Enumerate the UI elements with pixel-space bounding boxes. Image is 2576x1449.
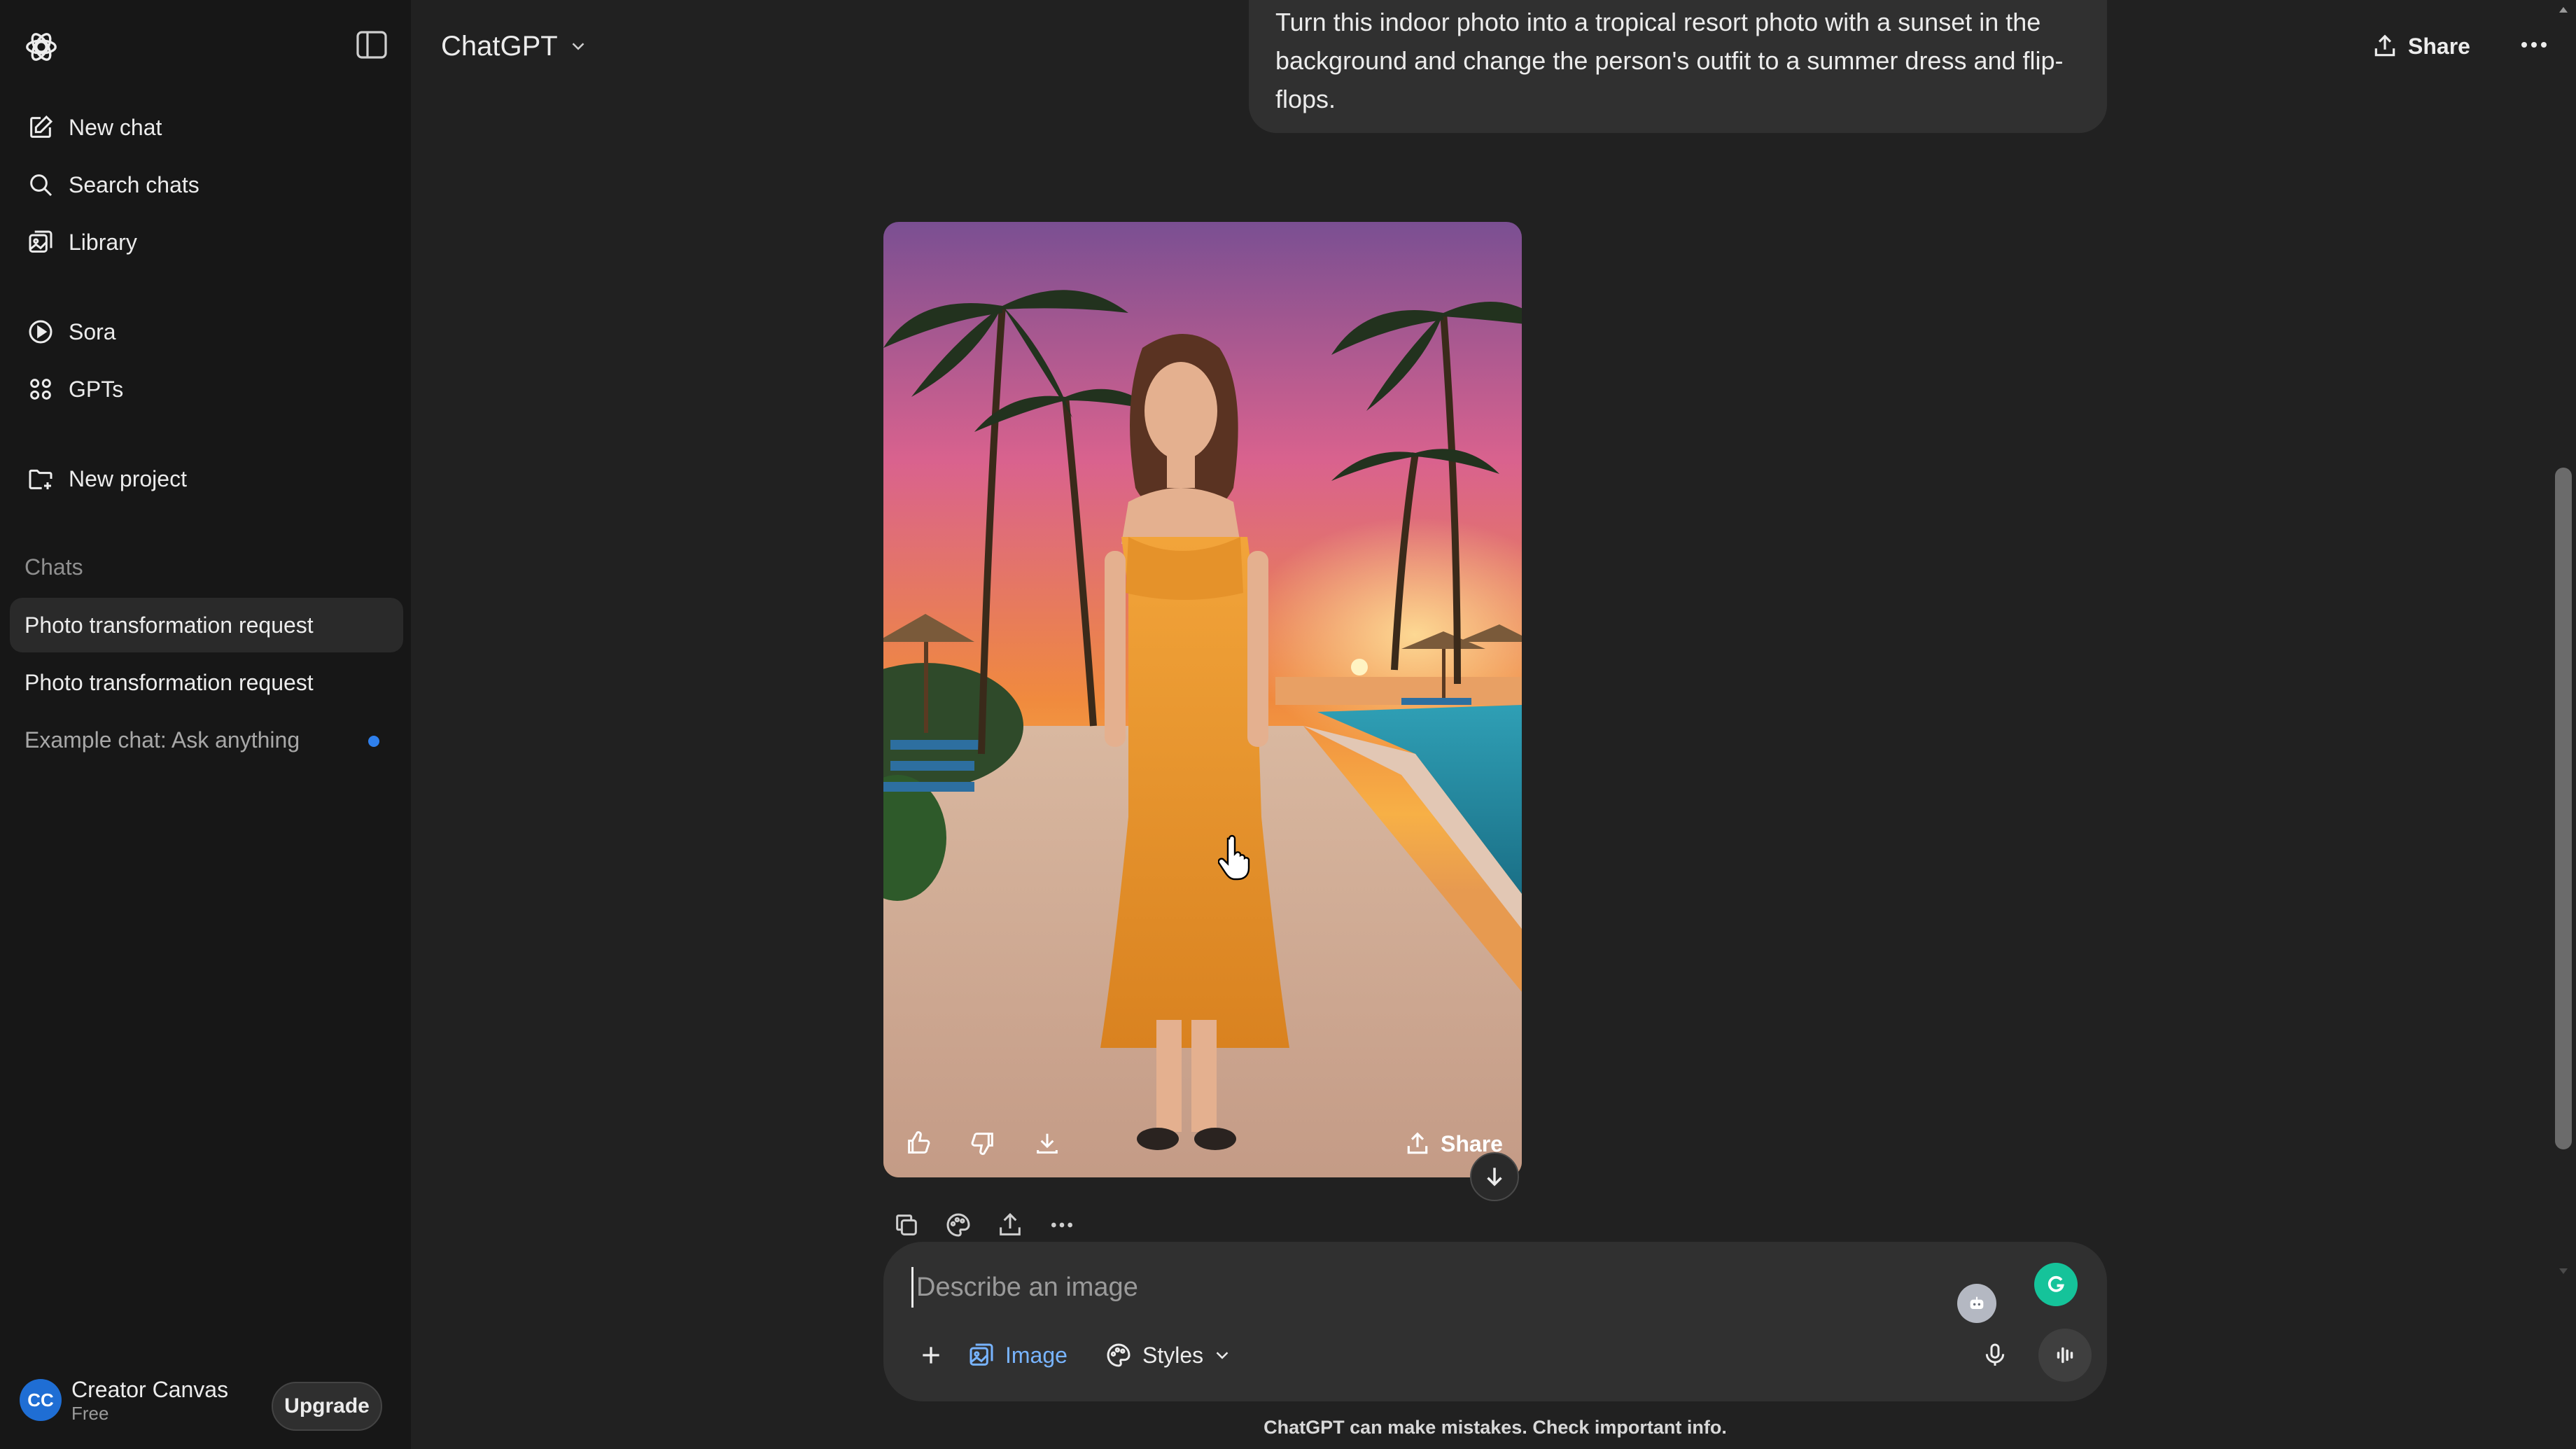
model-name: ChatGPT bbox=[441, 30, 558, 62]
sidebar-item-new-chat[interactable]: New chat bbox=[10, 102, 403, 153]
chevron-down-icon bbox=[1216, 1352, 1228, 1359]
sidebar-item-new-project[interactable]: New project bbox=[10, 454, 403, 504]
image-tool-button[interactable]: Image bbox=[967, 1336, 1068, 1375]
share-label: Share bbox=[2408, 33, 2470, 59]
image-tool-label: Image bbox=[1005, 1342, 1068, 1368]
image-icon bbox=[969, 1343, 993, 1366]
sidebar-item-label: Sora bbox=[69, 318, 116, 344]
chat-history-item[interactable]: Photo transformation request bbox=[10, 598, 403, 652]
scrollbar-thumb[interactable] bbox=[2555, 468, 2572, 1149]
composer: Describe an image Image Styles bbox=[883, 1242, 2107, 1401]
styles-dropdown[interactable]: Styles bbox=[1105, 1336, 1233, 1375]
more-options-icon[interactable] bbox=[2517, 32, 2551, 57]
user-profile[interactable]: CC Creator Canvas Free bbox=[20, 1376, 228, 1424]
chat-title: Photo transformation request bbox=[24, 669, 314, 695]
upgrade-button[interactable]: Upgrade bbox=[272, 1382, 382, 1431]
sidebar-item-label: Library bbox=[69, 229, 137, 255]
profile-name: Creator Canvas bbox=[71, 1377, 229, 1402]
sidebar-item-library[interactable]: Library bbox=[10, 217, 403, 267]
scroll-to-bottom-button[interactable] bbox=[1470, 1152, 1519, 1201]
sidebar-item-label: New project bbox=[69, 465, 187, 491]
palette-icon bbox=[1107, 1343, 1130, 1367]
unread-dot-icon bbox=[368, 736, 379, 747]
sidebar-item-gpts[interactable]: GPTs bbox=[10, 364, 403, 414]
folder-plus-icon bbox=[27, 465, 55, 493]
sidebar: New chat Search chats Library Sora GPTs bbox=[0, 0, 411, 1449]
app-window: New chat Search chats Library Sora GPTs bbox=[0, 0, 2576, 1449]
assistant-bot-icon[interactable] bbox=[1957, 1284, 1996, 1323]
message-actions bbox=[881, 1205, 1088, 1245]
openai-logo-icon[interactable] bbox=[22, 28, 60, 66]
grid-icon bbox=[27, 375, 55, 403]
scroll-down-arrow-icon[interactable] bbox=[2555, 1264, 2572, 1278]
model-selector[interactable]: ChatGPT bbox=[441, 25, 589, 67]
sidebar-toggle-icon[interactable] bbox=[354, 29, 389, 60]
styles-label: Styles bbox=[1142, 1342, 1204, 1368]
share-icon[interactable] bbox=[984, 1205, 1036, 1245]
download-icon[interactable] bbox=[1028, 1124, 1067, 1163]
copy-icon[interactable] bbox=[881, 1205, 932, 1245]
play-icon bbox=[27, 318, 55, 346]
chats-section-label: Chats bbox=[24, 554, 83, 580]
chevron-down-icon bbox=[572, 43, 584, 50]
hand-cursor-icon bbox=[1218, 834, 1250, 881]
share-icon bbox=[1407, 1132, 1428, 1154]
sidebar-item-label: Search chats bbox=[69, 172, 200, 197]
thumbs-down-icon[interactable] bbox=[963, 1124, 1002, 1163]
avatar: CC bbox=[20, 1379, 62, 1421]
arrow-down-icon bbox=[1487, 1168, 1502, 1186]
sidebar-item-sora[interactable]: Sora bbox=[10, 307, 403, 357]
edit-icon bbox=[27, 113, 55, 141]
palette-icon[interactable] bbox=[932, 1205, 984, 1245]
prompt-input[interactable]: Describe an image bbox=[911, 1267, 1891, 1308]
disclaimer-text: ChatGPT can make mistakes. Check importa… bbox=[1264, 1417, 1727, 1438]
share-button[interactable]: Share bbox=[2372, 27, 2470, 66]
sidebar-item-label: New chat bbox=[69, 114, 162, 140]
grammarly-icon[interactable] bbox=[2034, 1263, 2078, 1306]
user-message-bubble: Turn this indoor photo into a tropical r… bbox=[1249, 0, 2107, 133]
more-options-icon[interactable] bbox=[1036, 1205, 1088, 1245]
chat-title: Photo transformation request bbox=[24, 612, 314, 638]
voice-mode-icon[interactable] bbox=[2038, 1329, 2092, 1382]
scroll-up-arrow-icon[interactable] bbox=[2555, 3, 2572, 17]
share-icon bbox=[2374, 34, 2395, 57]
chat-title: Example chat: Ask anything bbox=[24, 727, 300, 752]
sidebar-item-search-chats[interactable]: Search chats bbox=[10, 160, 403, 210]
sidebar-item-label: GPTs bbox=[69, 376, 124, 402]
thumbs-up-icon[interactable] bbox=[899, 1124, 938, 1163]
add-attachment-icon[interactable] bbox=[911, 1336, 951, 1375]
library-icon bbox=[27, 228, 55, 256]
search-icon bbox=[27, 171, 55, 199]
generated-image[interactable] bbox=[883, 222, 1522, 1177]
chat-history-item[interactable]: Photo transformation request bbox=[10, 655, 403, 710]
microphone-icon[interactable] bbox=[1975, 1336, 2015, 1375]
chat-history-item[interactable]: Example chat: Ask anything bbox=[10, 713, 403, 767]
profile-plan: Free bbox=[71, 1403, 109, 1424]
